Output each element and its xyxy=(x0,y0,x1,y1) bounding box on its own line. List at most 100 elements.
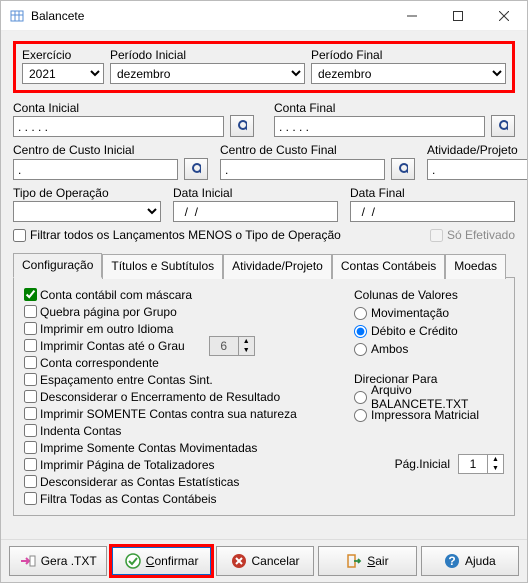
minimize-button[interactable] xyxy=(389,1,435,31)
conta-final-label: Conta Final xyxy=(274,101,335,115)
chk-filtra[interactable] xyxy=(24,492,37,505)
search-icon xyxy=(498,119,508,133)
chevron-up-icon[interactable]: ▲ xyxy=(239,337,254,346)
search-icon xyxy=(237,119,247,133)
rad-ambos-label: Ambos xyxy=(371,342,408,356)
sair-label: air xyxy=(375,554,388,568)
chevron-down-icon[interactable]: ▼ xyxy=(488,464,503,473)
cancel-icon xyxy=(231,553,247,569)
sair-button[interactable]: Sair xyxy=(318,546,416,576)
centro-inicial-search-button[interactable] xyxy=(184,158,208,180)
tab-configuracao[interactable]: Configuração xyxy=(13,253,102,278)
chk-corresp[interactable] xyxy=(24,356,37,369)
filtrar-menos-checkbox[interactable] xyxy=(13,229,26,242)
tab-titulos[interactable]: Títulos e Subtítulos xyxy=(102,254,223,279)
data-final-input[interactable] xyxy=(350,201,515,222)
gera-txt-button[interactable]: Gera .TXT xyxy=(9,546,107,576)
chk-filtra-label: Filtra Todas as Contas Contábeis xyxy=(40,492,217,506)
rad-ambos[interactable] xyxy=(354,343,367,356)
chk-natureza-label: Imprimir SOMENTE Contas contra sua natur… xyxy=(40,407,297,421)
exercicio-select[interactable]: 2021 xyxy=(22,63,104,84)
chk-encerr-label: Desconsiderar o Encerramento de Resultad… xyxy=(40,390,280,404)
export-icon xyxy=(20,554,36,568)
cancelar-button[interactable]: Cancelar xyxy=(216,546,314,576)
centro-final-label: Centro de Custo Final xyxy=(220,143,415,157)
rad-impressora-label: Impressora Matricial xyxy=(371,408,479,422)
chk-mascara[interactable] xyxy=(24,288,37,301)
grau-value xyxy=(210,337,238,355)
conta-inicial-search-button[interactable] xyxy=(230,115,254,137)
chk-estat[interactable] xyxy=(24,475,37,488)
chk-quebra[interactable] xyxy=(24,305,37,318)
chk-indenta[interactable] xyxy=(24,424,37,437)
tab-contas[interactable]: Contas Contábeis xyxy=(332,254,445,279)
chk-idioma-label: Imprimir em outro Idioma xyxy=(40,322,173,336)
conta-final-search-button[interactable] xyxy=(491,115,515,137)
centro-inicial-input[interactable] xyxy=(13,159,178,180)
titlebar: Balancete xyxy=(1,1,527,31)
colunas-title: Colunas de Valores xyxy=(354,288,504,302)
data-inicial-input[interactable] xyxy=(173,201,338,222)
exit-icon xyxy=(346,553,362,569)
chk-grau-label: Imprimir Contas até o Grau xyxy=(40,339,185,353)
atividade-projeto-label: Atividade/Projeto xyxy=(427,143,527,157)
chevron-down-icon[interactable]: ▼ xyxy=(239,346,254,355)
chk-quebra-label: Quebra página por Grupo xyxy=(40,305,177,319)
check-icon xyxy=(125,553,141,569)
rad-moviment[interactable] xyxy=(354,307,367,320)
chk-indenta-label: Indenta Contas xyxy=(40,424,121,438)
pag-inicial-value[interactable] xyxy=(459,455,487,473)
confirmar-button[interactable]: Confirmar xyxy=(111,546,211,576)
periodo-final-select[interactable]: dezembro xyxy=(311,63,506,84)
cancelar-label: Cancelar xyxy=(252,554,300,568)
chk-mascara-label: Conta contábil com máscara xyxy=(40,288,192,302)
chk-idioma[interactable] xyxy=(24,322,37,335)
search-icon xyxy=(398,162,408,176)
rad-debcred-label: Débito e Crédito xyxy=(371,324,458,338)
chk-estat-label: Desconsiderar as Contas Estatísticas xyxy=(40,475,239,489)
content-area: Exercício 2021 Período Inicial dezembro … xyxy=(1,31,527,539)
rad-arquivo[interactable] xyxy=(354,391,367,404)
close-button[interactable] xyxy=(481,1,527,31)
search-icon xyxy=(191,162,201,176)
chevron-up-icon[interactable]: ▲ xyxy=(488,455,503,464)
maximize-button[interactable] xyxy=(435,1,481,31)
pag-inicial-label: Pág.Inicial xyxy=(395,457,450,471)
grau-spinner[interactable]: ▲▼ xyxy=(209,336,255,356)
periodo-inicial-select[interactable]: dezembro xyxy=(110,63,305,84)
periodo-final-label: Período Final xyxy=(311,48,506,62)
so-efetivado-checkbox xyxy=(430,229,443,242)
pag-inicial-spinner[interactable]: ▲▼ xyxy=(458,454,504,474)
gera-txt-label: Gera .TXT xyxy=(41,554,97,568)
chk-moviment[interactable] xyxy=(24,441,37,454)
svg-text:?: ? xyxy=(448,554,455,568)
exercicio-label: Exercício xyxy=(22,48,104,62)
confirmar-label: onfirmar xyxy=(154,554,198,568)
period-highlight-box: Exercício 2021 Período Inicial dezembro … xyxy=(13,41,515,93)
rad-impressora[interactable] xyxy=(354,409,367,422)
conta-inicial-input[interactable] xyxy=(13,116,224,137)
atividade-projeto-input[interactable] xyxy=(427,159,527,180)
conta-final-input[interactable] xyxy=(274,116,485,137)
app-icon xyxy=(9,8,25,24)
tab-moedas[interactable]: Moedas xyxy=(445,254,506,279)
chk-espac[interactable] xyxy=(24,373,37,386)
rad-arquivo-label: Arquivo BALANCETE.TXT xyxy=(371,383,504,411)
chk-totaliz[interactable] xyxy=(24,458,37,471)
chk-natureza[interactable] xyxy=(24,407,37,420)
chk-grau[interactable] xyxy=(24,339,37,352)
chk-corresp-label: Conta correspondente xyxy=(40,356,159,370)
data-final-label: Data Final xyxy=(350,186,515,200)
ajuda-button[interactable]: ? Ajuda xyxy=(421,546,519,576)
window: Balancete Exercício 2021 Período Inicial… xyxy=(0,0,528,583)
ajuda-label: Ajuda xyxy=(465,554,496,568)
centro-final-input[interactable] xyxy=(220,159,385,180)
centro-inicial-label: Centro de Custo Inicial xyxy=(13,143,208,157)
rad-moviment-label: Movimentação xyxy=(371,306,449,320)
rad-debcred[interactable] xyxy=(354,325,367,338)
centro-final-search-button[interactable] xyxy=(391,158,415,180)
tab-atividade[interactable]: Atividade/Projeto xyxy=(223,254,332,279)
chk-encerr[interactable] xyxy=(24,390,37,403)
tipo-operacao-select[interactable] xyxy=(13,201,161,222)
help-icon: ? xyxy=(444,553,460,569)
